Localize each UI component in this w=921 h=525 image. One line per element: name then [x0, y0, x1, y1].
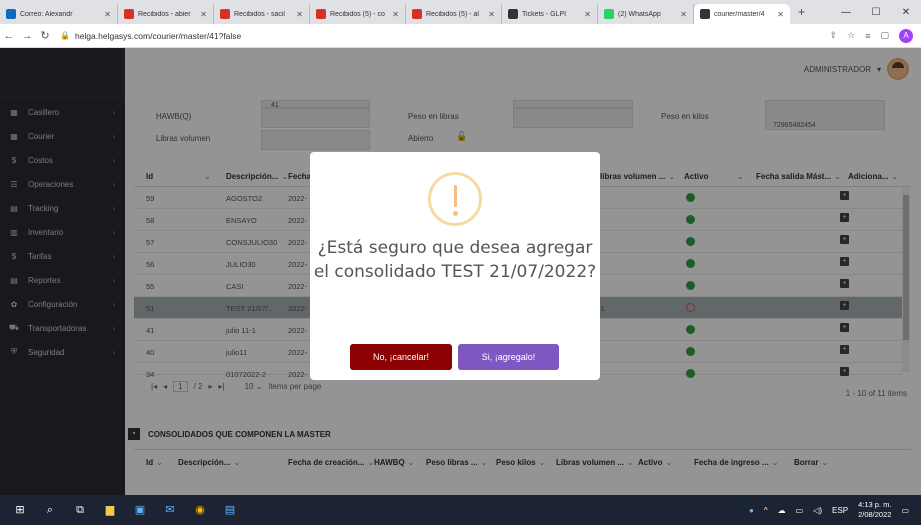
back-icon[interactable]: ←: [0, 30, 18, 42]
tab-label: Recibidos (5) - co: [330, 10, 385, 18]
tab-close-icon[interactable]: ✕: [392, 10, 399, 19]
taskbar: ⊞ ⌕ ⧉ ▆ ▣ ✉ ◉ ▤ ● ^ ☁ ▭ ◁) ESP 4:13 p. m…: [0, 495, 921, 525]
confirm-button[interactable]: Si, ¡agregalo!: [458, 344, 559, 370]
maximize-icon[interactable]: ☐: [861, 7, 891, 18]
browser-tab[interactable]: Recibidos - sacil ✕: [214, 4, 310, 24]
tab-favicon-icon: [316, 9, 326, 19]
new-tab-button[interactable]: +: [798, 5, 805, 19]
clock[interactable]: 4:13 p. m. 2/08/2022: [858, 500, 891, 520]
tab-label: Tickets - GLPI: [522, 10, 567, 18]
tab-favicon-icon: [6, 9, 16, 19]
browser-tab[interactable]: Correo: Alexandr ✕: [0, 4, 118, 24]
confirm-dialog: ¿Está seguro que desea agregar el consol…: [310, 152, 600, 380]
windows-start-icon[interactable]: ⊞: [10, 500, 30, 520]
language-indicator[interactable]: ESP: [832, 506, 848, 515]
network-icon[interactable]: ▭: [796, 506, 804, 515]
window-controls: — ☐ ✕: [831, 0, 921, 24]
clock-date: 2/08/2022: [858, 510, 892, 519]
mail-icon[interactable]: ✉: [160, 500, 180, 520]
share-icon[interactable]: ⇪: [830, 30, 838, 41]
browser-tab[interactable]: Recibidos (5) - co ✕: [310, 4, 406, 24]
browser-tab[interactable]: Recibidos (5) - al ✕: [406, 4, 502, 24]
store-icon[interactable]: ▣: [130, 500, 150, 520]
tab-close-icon[interactable]: ✕: [680, 10, 687, 19]
tab-label: courier/master/4: [714, 10, 765, 18]
url-text: helga.helgasys.com/courier/master/41?fal…: [74, 30, 242, 41]
tab-close-icon[interactable]: ✕: [777, 10, 784, 19]
tab-label: (2) WhatsApp: [618, 10, 661, 18]
search-icon[interactable]: ⌕: [40, 500, 60, 520]
browser-tab[interactable]: Recibidos - abier ✕: [118, 4, 214, 24]
tab-close-icon[interactable]: ✕: [584, 10, 591, 19]
clock-time: 4:13 p. m.: [858, 500, 892, 509]
url-field[interactable]: 🔒 helga.helgasys.com/courier/master/41?f…: [60, 31, 241, 41]
notification-icon[interactable]: ▭: [901, 506, 909, 515]
tab-favicon-icon: [124, 9, 134, 19]
warning-icon: [428, 172, 482, 226]
tab-favicon-icon: [508, 9, 518, 19]
system-tray: ● ^ ☁ ▭ ◁) ESP 4:13 p. m. 2/08/2022 ▭: [749, 495, 909, 525]
tab-favicon-icon: [604, 9, 614, 19]
tab-close-icon[interactable]: ✕: [104, 10, 111, 19]
browser-tab-bar: Correo: Alexandr ✕ Recibidos - abier ✕ Recib…: [0, 0, 921, 24]
profile-avatar[interactable]: A: [899, 28, 913, 43]
lock-icon: 🔒: [60, 31, 70, 40]
close-icon[interactable]: ✕: [891, 7, 921, 18]
tab-label: Recibidos - sacil: [234, 10, 285, 18]
dialog-title: ¿Está seguro que desea agregar el consol…: [313, 238, 597, 282]
browser-tab[interactable]: courier/master/4 ✕: [694, 4, 790, 24]
chevron-up-icon[interactable]: ^: [764, 506, 768, 515]
tab-favicon-icon: [220, 9, 230, 19]
tab-label: Recibidos (5) - al: [426, 10, 479, 18]
address-bar: ← → ↻ 🔒 helga.helgasys.com/courier/maste…: [0, 24, 921, 48]
browser-tab[interactable]: (2) WhatsApp ✕: [598, 4, 694, 24]
sidepanel-icon[interactable]: ▢: [880, 30, 889, 41]
help-icon[interactable]: ●: [749, 506, 754, 515]
cancel-button[interactable]: No, ¡cancelar!: [350, 344, 452, 370]
minimize-icon[interactable]: —: [831, 7, 861, 18]
chrome-icon[interactable]: ◉: [190, 500, 210, 520]
tab-label: Recibidos - abier: [138, 10, 191, 18]
task-view-icon[interactable]: ⧉: [70, 500, 90, 520]
reload-icon[interactable]: ↻: [36, 29, 54, 42]
browser-tab[interactable]: Tickets - GLPI ✕: [502, 4, 598, 24]
tab-favicon-icon: [412, 9, 422, 19]
file-explorer-icon[interactable]: ▆: [100, 500, 120, 520]
tab-search-icon[interactable]: ≡: [865, 31, 870, 41]
cloud-icon[interactable]: ☁: [778, 506, 786, 515]
tab-close-icon[interactable]: ✕: [296, 10, 303, 19]
tab-label: Correo: Alexandr: [20, 10, 73, 18]
star-icon[interactable]: ☆: [847, 30, 855, 41]
forward-icon[interactable]: →: [18, 30, 36, 42]
app-icon[interactable]: ▤: [220, 500, 240, 520]
volume-icon[interactable]: ◁): [813, 506, 822, 515]
tab-favicon-icon: [700, 9, 710, 19]
tab-close-icon[interactable]: ✕: [488, 10, 495, 19]
tab-close-icon[interactable]: ✕: [200, 10, 207, 19]
